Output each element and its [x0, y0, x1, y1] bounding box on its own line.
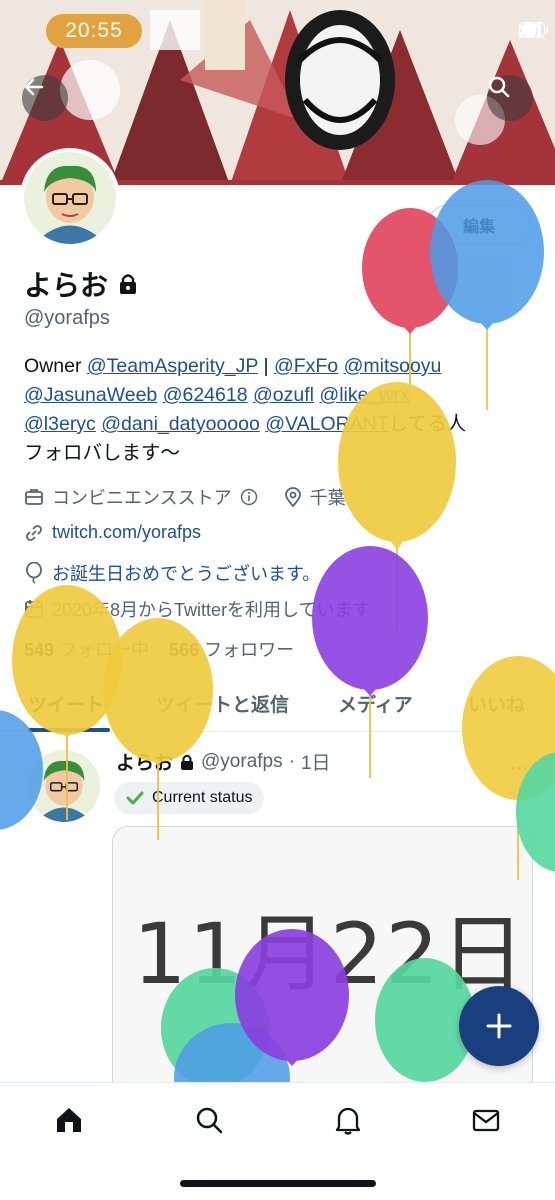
tweet-header: よらお @yorafps · 1日	[116, 748, 331, 775]
nav-home-button[interactable]	[52, 1103, 86, 1137]
follow-stats: 549 フォロー中 566 フォロワー	[24, 636, 294, 662]
followers-count: 566	[169, 640, 200, 660]
messages-mail-icon	[472, 1109, 500, 1132]
profile-birthday-row: お誕生日おめでとうございます。	[24, 560, 320, 586]
tweet-media-text: 11月22日	[133, 905, 527, 1003]
bio-mention-jasunaweeb[interactable]: @JasunaWeeb	[24, 384, 157, 406]
search-icon	[196, 1107, 223, 1134]
back-button[interactable]	[22, 75, 68, 121]
checkmark-icon	[126, 791, 144, 805]
nav-messages-button[interactable]	[469, 1103, 503, 1137]
nav-search-button[interactable]	[192, 1103, 226, 1137]
followers-link[interactable]: 566 フォロワー	[169, 640, 294, 660]
location-pin-icon	[284, 487, 301, 507]
bio-mention-fxfo[interactable]: @FxFo	[274, 355, 338, 377]
balloon-purple-center	[312, 546, 428, 778]
followers-label: フォロワー	[204, 640, 295, 660]
status-time: 20:55	[46, 14, 142, 48]
current-status-badge[interactable]: Current status	[114, 782, 265, 814]
tweet-author-name[interactable]: よらお	[116, 748, 173, 775]
tweet-avatar-illustration	[28, 750, 100, 822]
tweet-time[interactable]: 1日	[301, 748, 331, 775]
bio-mention-mitsooyu[interactable]: @mitsooyu	[344, 355, 442, 377]
bio-separator: |	[258, 355, 274, 377]
bio-mention-ozufl[interactable]: @ozufl	[253, 384, 314, 406]
profile-website[interactable]: twitch.com/yorafps	[52, 522, 201, 543]
profile-bio: Owner @TeamAsperity_JP | @FxFo @mitsooyu…	[24, 352, 539, 468]
back-arrow-icon	[24, 78, 44, 96]
notifications-bell-icon	[335, 1107, 361, 1135]
bio-suffix: してる人	[388, 413, 467, 435]
following-count: 549	[24, 640, 55, 660]
bio-mention-teamasperity[interactable]: @TeamAsperity_JP	[87, 355, 258, 377]
current-status-label: Current status	[152, 789, 253, 806]
briefcase-icon	[25, 489, 43, 505]
bio-mention-624618[interactable]: @624618	[163, 384, 248, 406]
tweet-author-handle[interactable]: @yorafps	[201, 751, 283, 773]
profile-joined: 2020年8月からTwitterを利用しています	[52, 600, 371, 620]
tab-tweets-and-replies[interactable]: ツイートと返信	[156, 690, 289, 717]
bio-prefix: Owner	[24, 355, 87, 377]
profile-avatar[interactable]	[20, 148, 120, 248]
following-label: フォロー中	[59, 640, 150, 660]
avatar-illustration	[24, 152, 116, 244]
tab-media[interactable]: メディア	[338, 690, 413, 717]
profile-tabs: ツイート ツイートと返信 メディア いいね	[0, 676, 555, 732]
active-tab-indicator	[28, 728, 110, 732]
balloon-icon	[26, 562, 42, 584]
profile-handle: @yorafps	[24, 307, 110, 329]
search-button[interactable]	[487, 75, 533, 121]
profile-category-row: コンビニエンスストア 千葉	[24, 484, 346, 510]
display-name: よらお	[24, 264, 138, 304]
info-icon[interactable]	[240, 488, 258, 506]
compose-tweet-button[interactable]	[459, 986, 539, 1066]
search-icon	[488, 76, 510, 98]
tweet-lock-icon	[181, 754, 194, 770]
following-link[interactable]: 549 フォロー中	[24, 640, 149, 660]
tweet-more-button[interactable]: …	[509, 752, 531, 775]
profile-joined-row: 2020年8月からTwitterを利用しています	[24, 596, 371, 622]
tab-likes[interactable]: いいね	[468, 690, 525, 717]
tweet-media-image[interactable]: 11月22日	[112, 826, 533, 1096]
tweet-dot: ·	[288, 750, 295, 772]
bio-mention-valorant[interactable]: @VALORANT	[265, 413, 388, 435]
home-icon	[57, 1108, 81, 1132]
battery-icon	[519, 22, 548, 38]
profile-category: コンビニエンスストア	[52, 488, 232, 508]
nav-notifications-button[interactable]	[331, 1103, 365, 1137]
display-name-text: よらお	[24, 270, 109, 301]
bio-mention-l3eryc[interactable]: @l3eryc	[24, 413, 96, 435]
profile-location: 千葉	[309, 488, 346, 508]
calendar-icon	[25, 600, 43, 618]
edit-profile-button[interactable]: 編集	[427, 205, 531, 245]
tweet-avatar[interactable]	[28, 750, 100, 822]
lock-icon	[120, 274, 137, 294]
bio-line2: フォロバします〜	[24, 442, 181, 464]
home-indicator[interactable]	[180, 1180, 376, 1187]
profile-website-row[interactable]: twitch.com/yorafps	[24, 522, 201, 543]
profile-birthday: お誕生日おめでとうございます。	[52, 564, 321, 584]
tab-tweets[interactable]: ツイート	[28, 690, 104, 717]
bio-mention-like-wrx[interactable]: @like_wrx	[319, 384, 409, 406]
bio-mention-dani-datyooooo[interactable]: @dani_datyooooo	[101, 413, 260, 435]
link-icon	[26, 524, 42, 541]
plus-icon	[486, 1013, 512, 1039]
